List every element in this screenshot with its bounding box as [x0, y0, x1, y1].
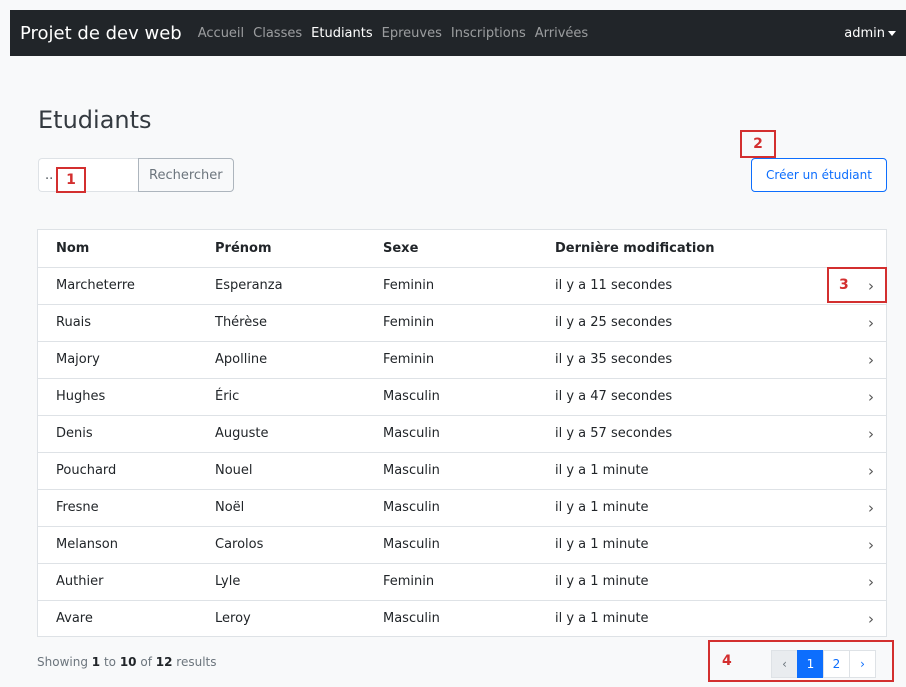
cell-sexe: Masculin: [365, 415, 537, 453]
chevron-right-icon[interactable]: ›: [817, 600, 886, 637]
cell-sexe: Feminin: [365, 341, 537, 379]
nav-link-classes[interactable]: Classes: [253, 26, 302, 41]
cell-modification: il y a 1 minute: [555, 611, 649, 627]
chevron-right-icon[interactable]: ›: [817, 526, 886, 564]
table-row[interactable]: Denis Auguste Masculin il y a 57 seconde…: [38, 415, 886, 453]
table-row[interactable]: Melanson Carolos Masculin il y a 1 minut…: [38, 526, 886, 564]
chevron-right-icon[interactable]: ›: [817, 489, 886, 527]
cell-nom: Denis: [38, 415, 197, 453]
table-row[interactable]: Fresne Noël Masculin il y a 1 minute ›: [38, 489, 886, 527]
cell-prenom: Lyle: [197, 563, 365, 601]
nav-link-epreuves[interactable]: Epreuves: [382, 26, 442, 41]
cell-prenom: Nouel: [197, 452, 365, 490]
cell-prenom: Éric: [197, 378, 365, 416]
cell-prenom: Auguste: [197, 415, 365, 453]
cell-modification: il y a 1 minute: [537, 563, 817, 601]
cell-sexe: Feminin: [365, 267, 537, 305]
summary-total: 12: [155, 655, 173, 669]
students-table-card: Nom Prénom Sexe Dernière modification Ma…: [37, 229, 887, 637]
cell-prenom: Leroy: [215, 611, 251, 627]
navbar: Projet de dev web Accueil Classes Etudia…: [10, 10, 906, 56]
students-table: Nom Prénom Sexe Dernière modification Ma…: [38, 230, 886, 637]
cell-sexe: Masculin: [383, 611, 440, 627]
chevron-right-icon[interactable]: ›: [817, 563, 886, 601]
cell-modification: il y a 1 minute: [537, 452, 817, 490]
nav-links: Accueil Classes Etudiants Epreuves Inscr…: [198, 26, 845, 41]
cell-modification: il y a 1 minute: [537, 489, 817, 527]
cell-modification: il y a 47 secondes: [537, 378, 817, 416]
summary-of-word: of: [140, 655, 152, 669]
nav-link-accueil[interactable]: Accueil: [198, 26, 244, 41]
summary-results-word: results: [176, 655, 217, 669]
annotation-3: 3: [827, 267, 887, 303]
cell-nom: Marcheterre: [38, 267, 197, 305]
cell-prenom: Noël: [197, 489, 365, 527]
cell-prenom: Carolos: [197, 526, 365, 564]
cell-sexe: Feminin: [365, 563, 537, 601]
page-title: Etudiants: [38, 106, 152, 134]
header-derniere-modification: Dernière modification: [537, 230, 817, 268]
chevron-right-icon[interactable]: ›: [817, 415, 886, 453]
cell-sexe: Masculin: [365, 489, 537, 527]
cell-sexe: Masculin: [365, 452, 537, 490]
cell-nom: Pouchard: [38, 452, 197, 490]
cell-sexe: Feminin: [365, 304, 537, 342]
table-row[interactable]: Ruais Thérèse Feminin il y a 25 secondes…: [38, 304, 886, 342]
cell-prenom: Thérèse: [197, 304, 365, 342]
cell-prenom: Esperanza: [197, 267, 365, 305]
results-summary: Showing 1 to 10 of 12 results: [37, 655, 217, 669]
table-row[interactable]: Hughes Éric Masculin il y a 47 secondes …: [38, 378, 886, 416]
annotation-1: 1: [56, 167, 86, 193]
caret-down-icon: [888, 30, 896, 36]
annotation-2: 2: [740, 130, 776, 158]
header-actions: [817, 230, 886, 268]
cell-nom: Majory: [38, 341, 197, 379]
chevron-right-icon[interactable]: ›: [817, 341, 886, 379]
nav-link-inscriptions[interactable]: Inscriptions: [451, 26, 526, 41]
search-input[interactable]: [38, 158, 138, 192]
cell-nom: Avare: [56, 611, 93, 627]
cell-nom: Fresne: [38, 489, 197, 527]
chevron-right-icon[interactable]: ›: [817, 378, 886, 416]
summary-from: 1: [91, 655, 101, 669]
chevron-right-icon[interactable]: ›: [817, 304, 886, 342]
user-name: admin: [844, 25, 885, 41]
cell-sexe: Masculin: [365, 526, 537, 564]
nav-link-arrivees[interactable]: Arrivées: [535, 26, 588, 41]
cell-nom: Melanson: [38, 526, 197, 564]
summary-prefix: Showing: [37, 655, 88, 669]
cell-sexe: Masculin: [365, 378, 537, 416]
cell-nom: Ruais: [38, 304, 197, 342]
header-prenom: Prénom: [197, 230, 365, 268]
summary-to: 10: [119, 655, 137, 669]
header-sexe: Sexe: [365, 230, 537, 268]
header-nom: Nom: [38, 230, 197, 268]
cell-modification: il y a 35 secondes: [537, 341, 817, 379]
table-row[interactable]: Pouchard Nouel Masculin il y a 1 minute …: [38, 452, 886, 490]
create-student-button[interactable]: Créer un étudiant: [751, 158, 887, 192]
table-row[interactable]: Majory Apolline Feminin il y a 35 second…: [38, 341, 886, 379]
brand-link[interactable]: Projet de dev web: [20, 23, 182, 44]
cell-nom: Hughes: [38, 378, 197, 416]
table-row[interactable]: Authier Lyle Feminin il y a 1 minute ›: [38, 563, 886, 601]
cell-modification: il y a 1 minute: [537, 526, 817, 564]
summary-to-word: to: [103, 655, 116, 669]
annotation-4: 4: [708, 640, 894, 682]
cell-modification: il y a 11 secondes: [537, 267, 817, 305]
cell-prenom: Apolline: [197, 341, 365, 379]
search-button[interactable]: Rechercher: [138, 158, 234, 192]
cell-modification: il y a 57 secondes: [537, 415, 817, 453]
cell-nom: Authier: [38, 563, 197, 601]
cell-modification: il y a 25 secondes: [537, 304, 817, 342]
user-menu[interactable]: admin: [844, 26, 896, 41]
table-row[interactable]: Marcheterre Esperanza Feminin il y a 11 …: [38, 267, 886, 305]
nav-link-etudiants[interactable]: Etudiants: [311, 26, 373, 41]
chevron-right-icon[interactable]: ›: [817, 452, 886, 490]
table-header-row: Nom Prénom Sexe Dernière modification: [38, 230, 886, 268]
table-row[interactable]: Avare Leroy Masculin il y a 1 minute ›: [38, 600, 886, 637]
